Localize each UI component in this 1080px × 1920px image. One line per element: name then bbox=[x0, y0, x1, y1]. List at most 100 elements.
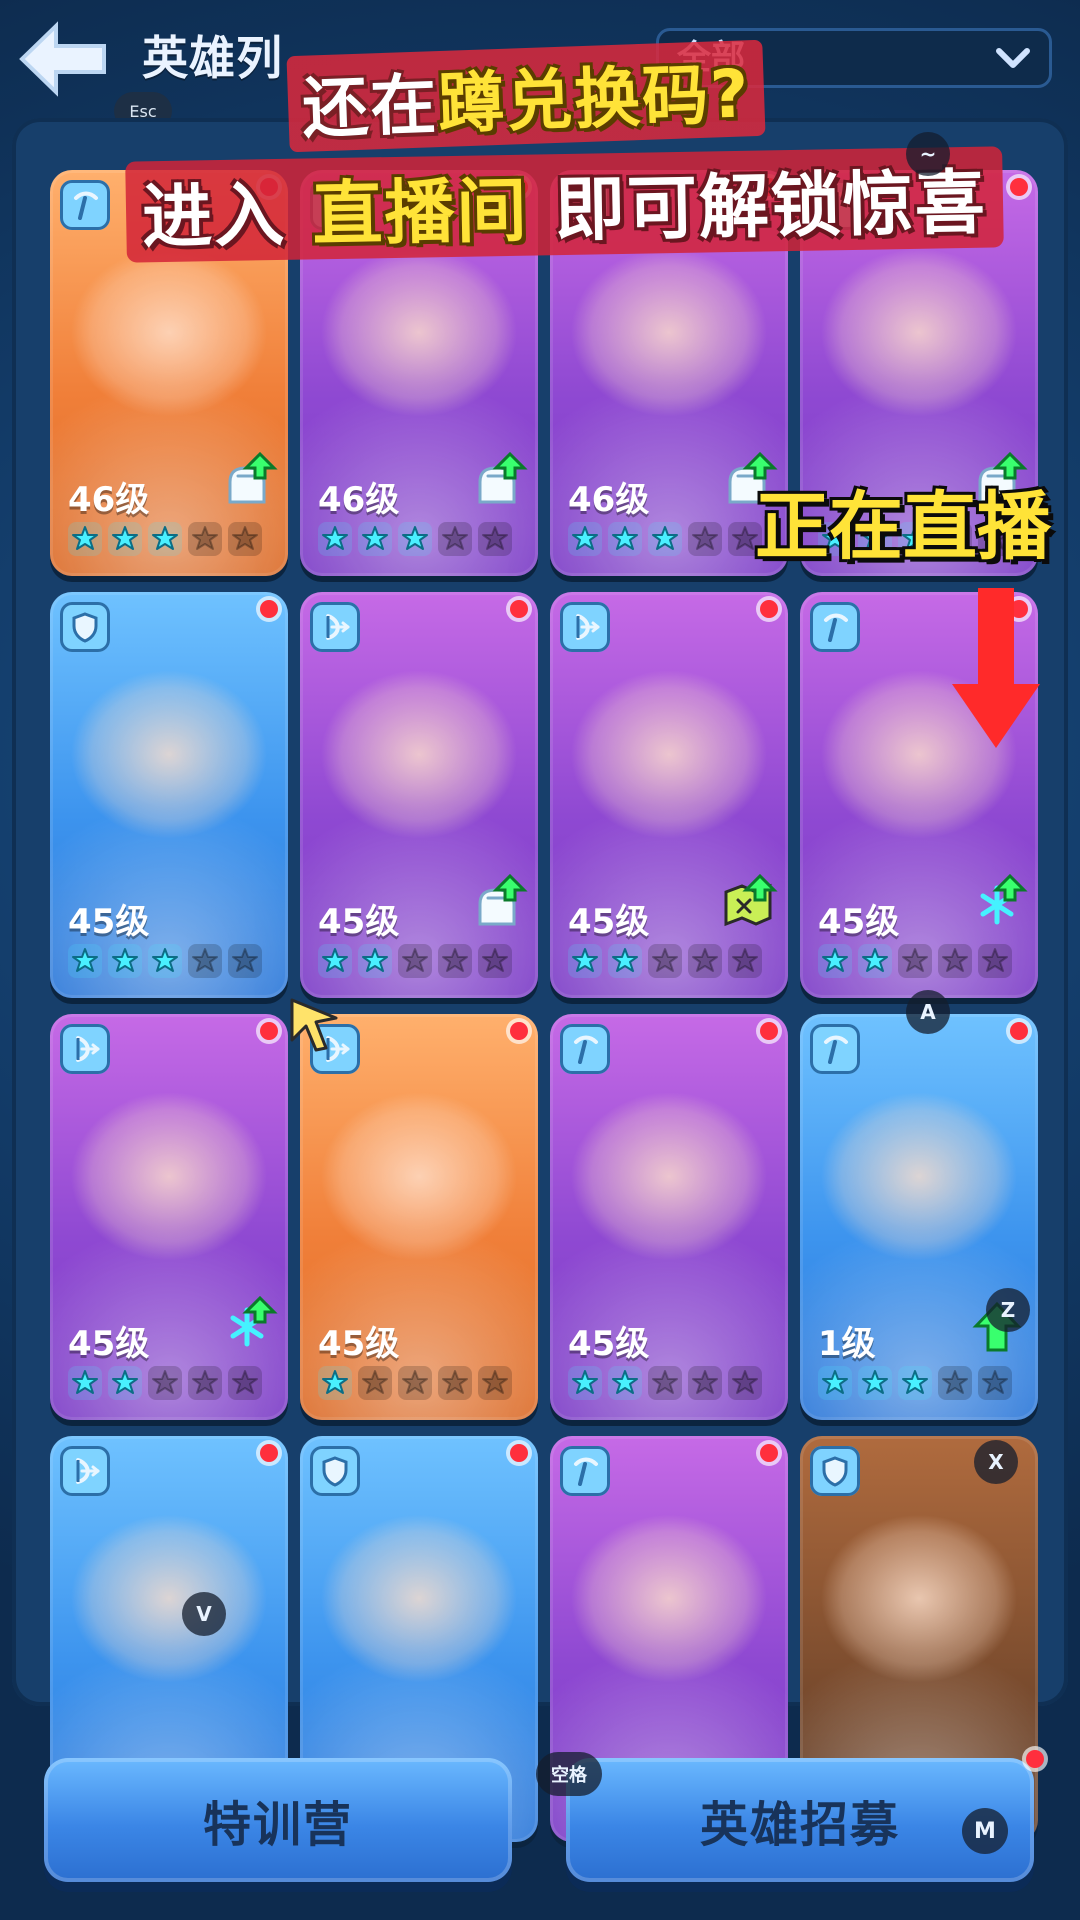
promo-line1-c: 兑换码 bbox=[504, 56, 712, 141]
star-rating bbox=[318, 942, 528, 980]
star-empty-icon bbox=[228, 522, 262, 556]
pickaxe-icon bbox=[810, 602, 860, 652]
star-filled-icon bbox=[818, 1366, 852, 1400]
star-empty-icon bbox=[938, 1366, 972, 1400]
star-filled-icon bbox=[358, 522, 392, 556]
star-filled-icon bbox=[148, 944, 182, 978]
hero-card[interactable]: 45级 bbox=[550, 1014, 788, 1420]
hero-card[interactable]: 45级 bbox=[300, 592, 538, 998]
promo-line1-a: 还在 bbox=[300, 66, 440, 148]
notification-dot bbox=[1010, 1022, 1028, 1040]
promo-line2-d: 锁惊喜 bbox=[770, 161, 988, 248]
page-title: 英雄列 bbox=[142, 31, 283, 85]
star-empty-icon bbox=[188, 522, 222, 556]
tilde-key-hint: ~ bbox=[906, 132, 950, 176]
star-empty-icon bbox=[688, 1366, 722, 1400]
armor-up-icon[interactable] bbox=[466, 452, 528, 514]
star-filled-icon bbox=[898, 1366, 932, 1400]
star-empty-icon bbox=[938, 944, 972, 978]
promo-line2-b: 直播间 bbox=[311, 169, 530, 256]
promo-line-1: 还在蹲兑换码? bbox=[286, 39, 766, 153]
armor-up-icon[interactable] bbox=[216, 452, 278, 514]
pickaxe-icon bbox=[60, 180, 110, 230]
hero-level: 45级 bbox=[68, 1324, 150, 1364]
x-key-hint: X bbox=[974, 1440, 1018, 1484]
star-empty-icon bbox=[978, 944, 1012, 978]
hero-card[interactable]: 45级 bbox=[550, 592, 788, 998]
star-empty-icon bbox=[728, 944, 762, 978]
hero-level: 45级 bbox=[318, 1324, 400, 1364]
star-empty-icon bbox=[648, 1366, 682, 1400]
star-rating bbox=[818, 1364, 1028, 1402]
star-empty-icon bbox=[978, 1366, 1012, 1400]
hero-level: 45级 bbox=[318, 902, 400, 942]
star-empty-icon bbox=[398, 944, 432, 978]
notification-dot bbox=[760, 1022, 778, 1040]
hero-level: 1级 bbox=[818, 1324, 876, 1364]
promo-line-2: 进入 直播间 即可解锁惊喜 bbox=[125, 146, 1004, 263]
star-rating bbox=[318, 1364, 528, 1402]
red-arrow-icon bbox=[952, 588, 1040, 748]
notification-dot bbox=[260, 600, 278, 618]
star-filled-icon bbox=[568, 522, 602, 556]
live-label: 正在直播 bbox=[755, 483, 1051, 570]
notification-dot bbox=[510, 1444, 528, 1462]
star-filled-icon bbox=[318, 522, 352, 556]
star-filled-icon bbox=[568, 944, 602, 978]
star-empty-icon bbox=[648, 944, 682, 978]
bow-icon bbox=[310, 602, 360, 652]
star-filled-icon bbox=[318, 1366, 352, 1400]
star-filled-icon bbox=[608, 1366, 642, 1400]
star-empty-icon bbox=[228, 1366, 262, 1400]
star-filled-icon bbox=[68, 1366, 102, 1400]
hero-card[interactable]: 1级 bbox=[800, 1014, 1038, 1420]
hero-level: 46级 bbox=[318, 480, 400, 520]
star-empty-icon bbox=[188, 944, 222, 978]
snowflake-up-icon[interactable] bbox=[966, 874, 1028, 936]
star-filled-icon bbox=[568, 1366, 602, 1400]
star-filled-icon bbox=[858, 944, 892, 978]
notification-dot bbox=[760, 600, 778, 618]
promo-line1-b: 蹲 bbox=[436, 63, 508, 144]
mouse-cursor-icon bbox=[290, 998, 338, 1052]
notification-dot bbox=[260, 1444, 278, 1462]
a-key-hint: A bbox=[906, 990, 950, 1034]
back-button[interactable] bbox=[16, 20, 112, 98]
star-filled-icon bbox=[318, 944, 352, 978]
star-empty-icon bbox=[898, 944, 932, 978]
snowflake-up-icon[interactable] bbox=[216, 1296, 278, 1358]
training-camp-button[interactable]: 特训营 bbox=[44, 1758, 512, 1882]
star-empty-icon bbox=[188, 1366, 222, 1400]
star-empty-icon bbox=[438, 944, 472, 978]
star-filled-icon bbox=[818, 944, 852, 978]
star-filled-icon bbox=[68, 522, 102, 556]
star-rating bbox=[818, 942, 1028, 980]
hero-level: 45级 bbox=[68, 902, 150, 942]
map-up-icon[interactable] bbox=[716, 874, 778, 936]
star-empty-icon bbox=[228, 944, 262, 978]
star-filled-icon bbox=[398, 522, 432, 556]
notification-dot bbox=[1010, 178, 1028, 196]
hero-card[interactable]: 45级 bbox=[50, 592, 288, 998]
promo-line2-c: 即可解 bbox=[554, 165, 772, 252]
v-key-hint: V bbox=[182, 1592, 226, 1636]
hero-level: 45级 bbox=[568, 1324, 650, 1364]
space-key-hint: 空格 bbox=[536, 1752, 602, 1796]
bow-icon bbox=[560, 602, 610, 652]
chevron-down-icon bbox=[996, 48, 1030, 68]
hero-card[interactable]: 45级 bbox=[50, 1014, 288, 1420]
armor-up-icon[interactable] bbox=[466, 874, 528, 936]
star-rating bbox=[568, 942, 778, 980]
star-filled-icon bbox=[68, 944, 102, 978]
hero-card[interactable]: 45级 bbox=[300, 1014, 538, 1420]
star-empty-icon bbox=[358, 1366, 392, 1400]
star-rating bbox=[568, 1364, 778, 1402]
star-filled-icon bbox=[608, 944, 642, 978]
star-rating bbox=[68, 520, 278, 558]
shield-icon bbox=[60, 602, 110, 652]
back-arrow-icon bbox=[19, 21, 106, 97]
star-filled-icon bbox=[608, 522, 642, 556]
promo-line2-a: 进入 bbox=[141, 173, 287, 259]
pickaxe-icon bbox=[560, 1446, 610, 1496]
star-filled-icon bbox=[858, 1366, 892, 1400]
